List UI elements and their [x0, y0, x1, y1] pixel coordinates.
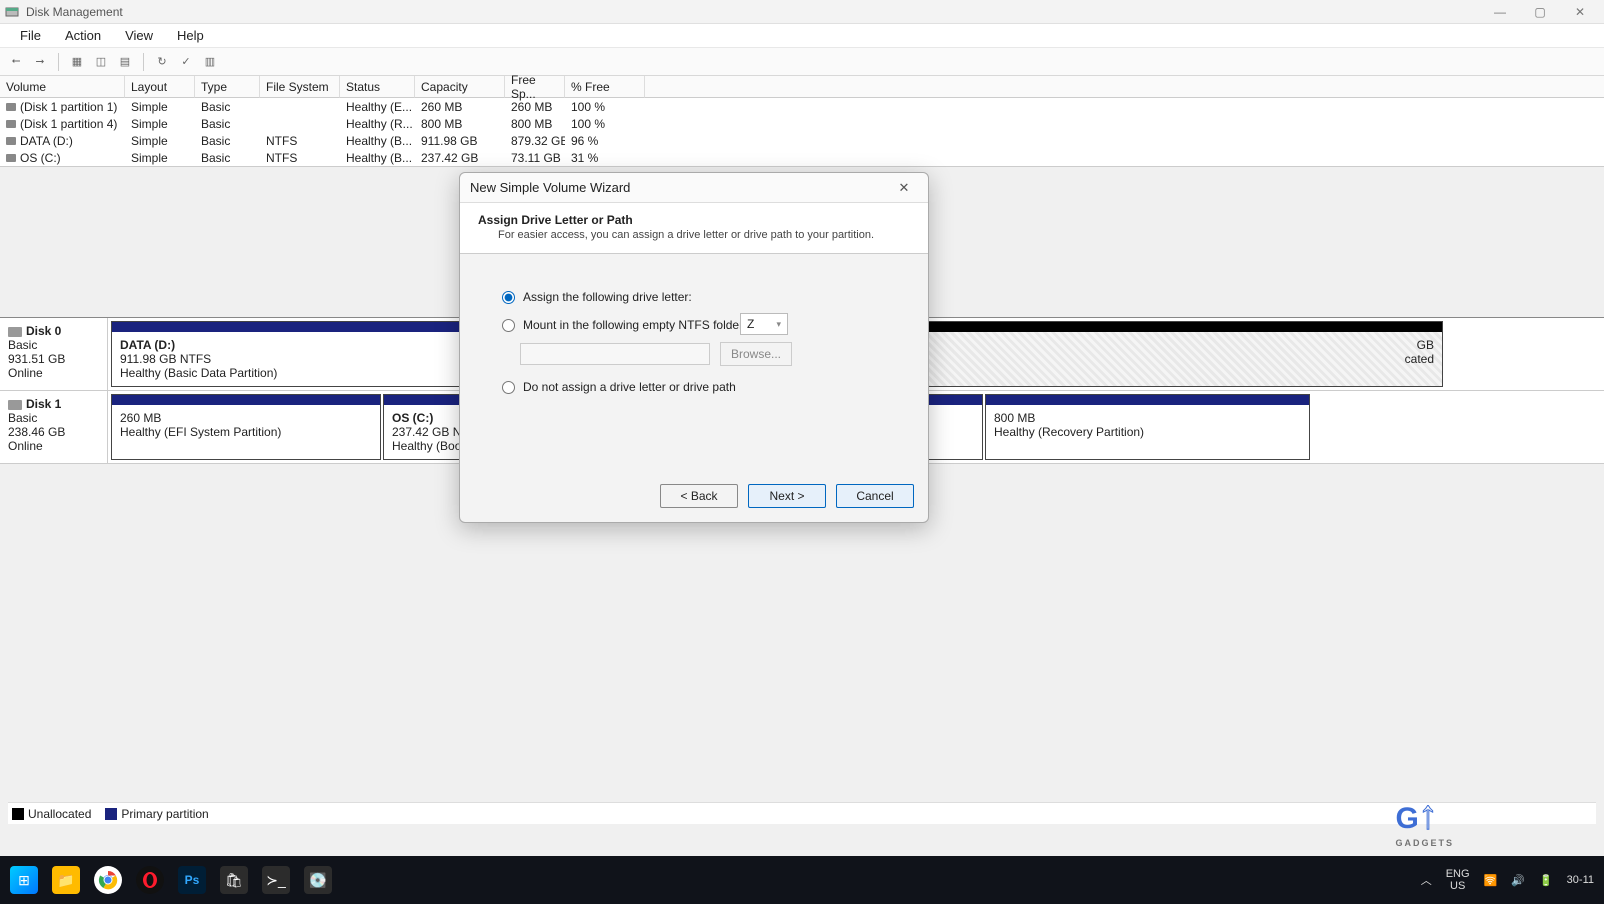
wizard-footer: < Back Next > Cancel: [460, 474, 928, 522]
col-free[interactable]: Free Sp...: [505, 76, 565, 98]
toolbar-separator: [143, 53, 144, 71]
opera-icon[interactable]: [136, 866, 164, 894]
radio-no-assign[interactable]: [502, 381, 515, 394]
menubar: File Action View Help: [0, 24, 1604, 48]
app-icon: [4, 4, 20, 20]
check-icon[interactable]: ✓: [176, 52, 196, 72]
partition[interactable]: 260 MBHealthy (EFI System Partition): [111, 394, 381, 460]
maximize-button[interactable]: ▢: [1520, 0, 1560, 24]
option-no-assign-label: Do not assign a drive letter or drive pa…: [523, 380, 736, 394]
col-layout[interactable]: Layout: [125, 76, 195, 98]
cancel-button[interactable]: Cancel: [836, 484, 914, 508]
radio-mount-folder[interactable]: [502, 319, 515, 332]
browse-button: Browse...: [720, 342, 792, 366]
wizard-banner-title: Assign Drive Letter or Path: [478, 213, 910, 227]
chrome-icon[interactable]: [94, 866, 122, 894]
option-mount-folder-label: Mount in the following empty NTFS folder…: [523, 318, 746, 332]
option-assign-letter-label: Assign the following drive letter:: [523, 290, 692, 304]
legend: Unallocated Primary partition: [8, 802, 1596, 824]
option-mount-folder[interactable]: Mount in the following empty NTFS folder…: [502, 318, 892, 332]
col-filesystem[interactable]: File System: [260, 76, 340, 98]
taskbar: ⊞ 📁 Ps 🛍 ≻_ 💽 ︿ ENGUS 🛜 🔊 🔋 30-11: [0, 856, 1604, 904]
volume-icon[interactable]: 🔊: [1511, 874, 1525, 887]
col-volume[interactable]: Volume: [0, 76, 125, 98]
back-button[interactable]: < Back: [660, 484, 738, 508]
wizard-banner: Assign Drive Letter or Path For easier a…: [460, 203, 928, 254]
partition[interactable]: 800 MBHealthy (Recovery Partition): [985, 394, 1310, 460]
titlebar: Disk Management — ▢ ✕: [0, 0, 1604, 24]
nav-back-icon[interactable]: ⭠: [6, 52, 26, 72]
grid-icon[interactable]: ▥: [200, 52, 220, 72]
explorer-icon[interactable]: 📁: [52, 866, 80, 894]
battery-icon[interactable]: 🔋: [1539, 874, 1553, 887]
wizard-close-button[interactable]: ✕: [890, 177, 918, 199]
partition[interactable]: DATA (D:)911.98 GB NTFSHealthy (Basic Da…: [111, 321, 461, 387]
toolbar: ⭠ ⭢ ▦ ◫ ▤ ↻ ✓ ▥: [0, 48, 1604, 76]
wifi-icon[interactable]: 🛜: [1484, 874, 1498, 887]
disk-info[interactable]: Disk 1Basic238.46 GBOnline: [0, 391, 108, 463]
tray-chevron-icon[interactable]: ︿: [1421, 872, 1432, 888]
col-tail: [645, 76, 1604, 98]
language-indicator[interactable]: ENGUS: [1446, 868, 1470, 892]
volume-row[interactable]: OS (C:)SimpleBasicNTFSHealthy (B...237.4…: [0, 149, 1604, 166]
wizard-title: New Simple Volume Wizard: [470, 180, 890, 195]
disk-info[interactable]: Disk 0Basic931.51 GBOnline: [0, 318, 108, 390]
wizard-body: Assign the following drive letter: Z ▾ M…: [460, 254, 928, 474]
option-assign-letter[interactable]: Assign the following drive letter:: [502, 290, 892, 304]
menu-file[interactable]: File: [8, 28, 53, 43]
window-title: Disk Management: [26, 5, 1480, 19]
list-icon[interactable]: ▤: [115, 52, 135, 72]
col-type[interactable]: Type: [195, 76, 260, 98]
terminal-icon[interactable]: ≻_: [262, 866, 290, 894]
close-button[interactable]: ✕: [1560, 0, 1600, 24]
mount-path-row: Browse...: [520, 342, 892, 366]
mount-path-input: [520, 343, 710, 365]
option-no-assign[interactable]: Do not assign a drive letter or drive pa…: [502, 380, 892, 394]
chevron-down-icon: ▾: [776, 319, 781, 330]
volume-table: Volume Layout Type File System Status Ca…: [0, 76, 1604, 167]
menu-action[interactable]: Action: [53, 28, 113, 43]
volume-header-row: Volume Layout Type File System Status Ca…: [0, 76, 1604, 98]
volume-row[interactable]: (Disk 1 partition 1)SimpleBasicHealthy (…: [0, 98, 1604, 115]
refresh-icon[interactable]: ↻: [152, 52, 172, 72]
watermark: G↑ GADGETS: [1395, 793, 1454, 848]
diskmgmt-icon[interactable]: 💽: [304, 866, 332, 894]
legend-unallocated: Unallocated: [12, 807, 91, 821]
legend-primary: Primary partition: [105, 807, 208, 821]
next-button[interactable]: Next >: [748, 484, 826, 508]
drive-letter-dropdown[interactable]: Z ▾: [740, 313, 788, 335]
volume-row[interactable]: DATA (D:)SimpleBasicNTFSHealthy (B...911…: [0, 132, 1604, 149]
wizard-header[interactable]: New Simple Volume Wizard ✕: [460, 173, 928, 203]
date-indicator[interactable]: 30-11: [1567, 874, 1594, 886]
radio-assign-letter[interactable]: [502, 291, 515, 304]
menu-view[interactable]: View: [113, 28, 165, 43]
col-capacity[interactable]: Capacity: [415, 76, 505, 98]
photoshop-icon[interactable]: Ps: [178, 866, 206, 894]
table-icon[interactable]: ▦: [67, 52, 87, 72]
properties-icon[interactable]: ◫: [91, 52, 111, 72]
store-icon[interactable]: 🛍: [220, 866, 248, 894]
col-pct[interactable]: % Free: [565, 76, 645, 98]
volume-row[interactable]: (Disk 1 partition 4)SimpleBasicHealthy (…: [0, 115, 1604, 132]
wizard-dialog: New Simple Volume Wizard ✕ Assign Drive …: [459, 172, 929, 523]
menu-help[interactable]: Help: [165, 28, 216, 43]
nav-forward-icon[interactable]: ⭢: [30, 52, 50, 72]
minimize-button[interactable]: —: [1480, 0, 1520, 24]
drive-letter-value: Z: [747, 317, 754, 331]
start-button[interactable]: ⊞: [10, 866, 38, 894]
wizard-banner-subtitle: For easier access, you can assign a driv…: [498, 229, 910, 241]
toolbar-separator: [58, 53, 59, 71]
col-status[interactable]: Status: [340, 76, 415, 98]
